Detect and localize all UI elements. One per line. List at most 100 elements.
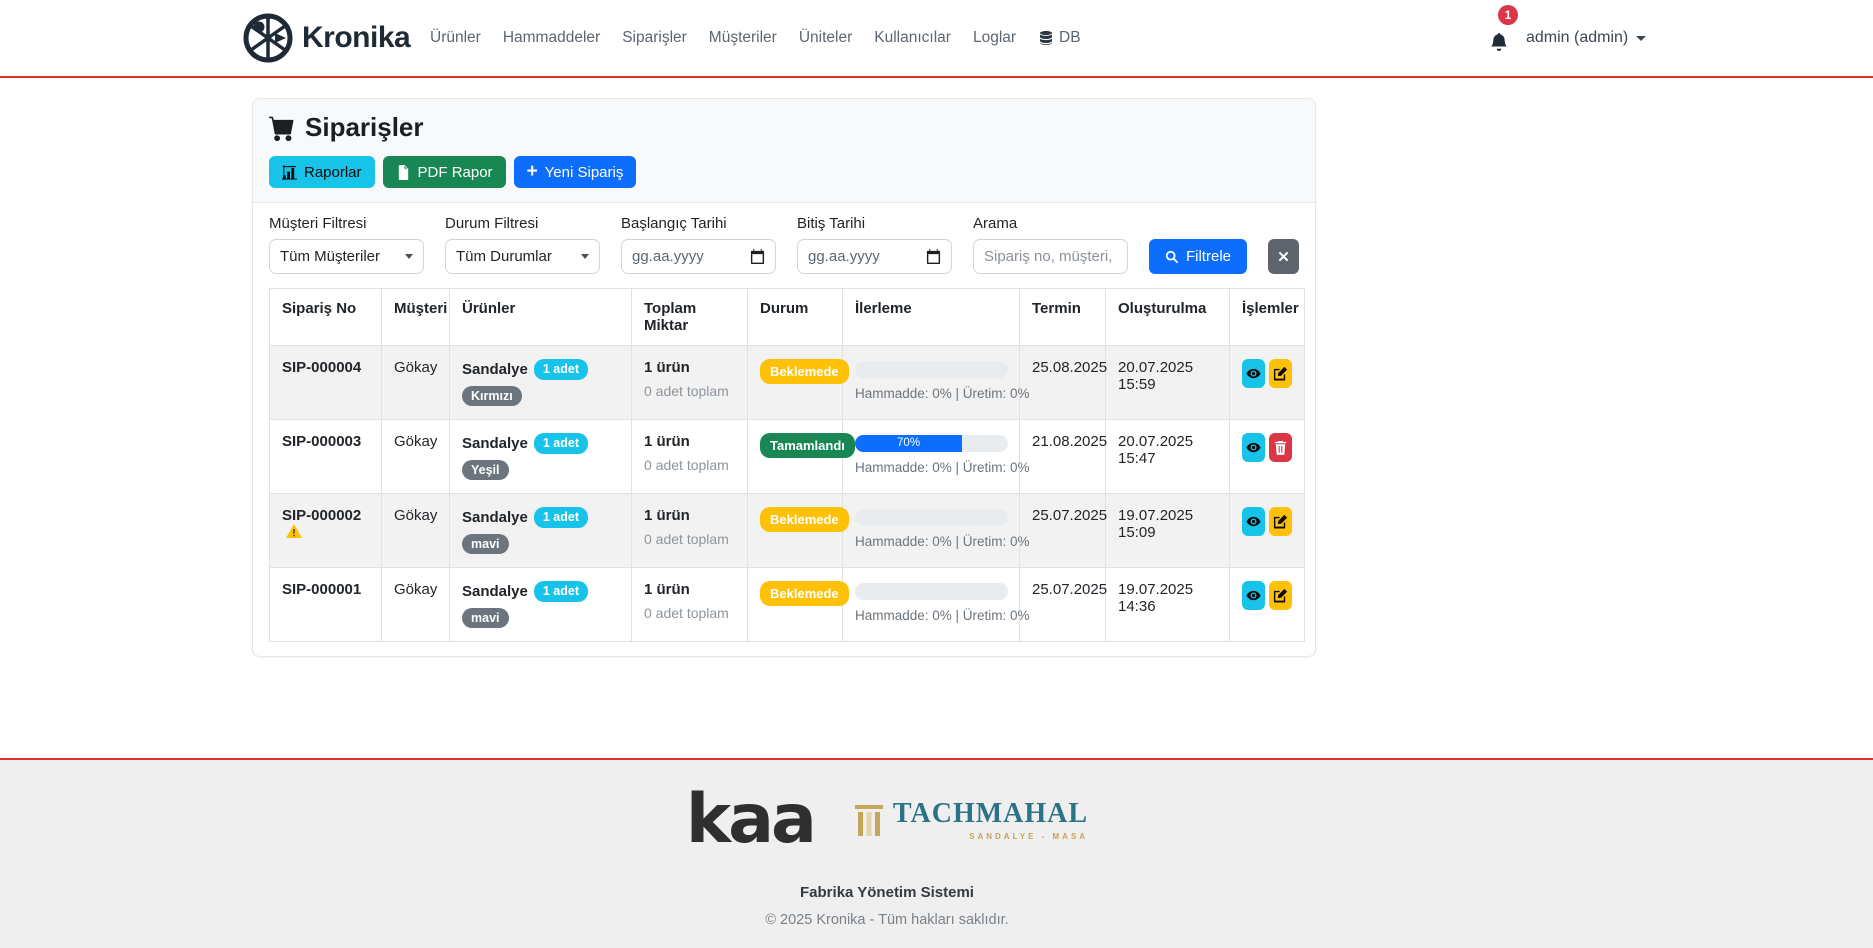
row-actions	[1242, 507, 1292, 536]
edit-button[interactable]	[1269, 507, 1292, 536]
nav-item-hammaddeler[interactable]: Hammaddeler	[503, 29, 600, 47]
search-icon	[1165, 250, 1179, 264]
brand[interactable]: Kronika	[242, 12, 410, 64]
row-actions	[1242, 359, 1292, 388]
nav-item-db-label: DB	[1059, 29, 1081, 47]
progress-bar	[855, 361, 1008, 378]
view-button[interactable]	[1242, 507, 1265, 536]
orders-table: Sipariş No Müşteri Ürünler Toplam Miktar…	[269, 288, 1305, 642]
search-input[interactable]	[984, 248, 1117, 265]
page-footer: kaa TACHMAHAL SANDALYE - MASA Fabrika Yö…	[0, 758, 1873, 948]
edit-button[interactable]	[1269, 359, 1292, 388]
status-filter-select[interactable]: Tüm Durumlar	[445, 239, 600, 274]
nav-item-urunler[interactable]: Ürünler	[430, 29, 481, 47]
quantity-badge: 1 adet	[534, 507, 588, 528]
progress-bar: 70%	[855, 435, 1008, 452]
total-quantity: 0 adet toplam	[644, 605, 735, 621]
edit-button[interactable]	[1269, 581, 1292, 610]
nav-item-loglar[interactable]: Loglar	[973, 29, 1016, 47]
table-row: SIP-000004 Gökay Sandalye 1 adet Kırmızı…	[270, 346, 1305, 420]
customer-name: Gökay	[394, 507, 437, 524]
nav-item-uniteler[interactable]: Üniteler	[799, 29, 852, 47]
calendar-icon[interactable]	[926, 249, 941, 264]
status-filter-label: Durum Filtresi	[445, 215, 600, 232]
order-number: SIP-000004	[282, 359, 361, 376]
view-button[interactable]	[1242, 581, 1265, 610]
col-header-actions: İşlemler	[1230, 289, 1305, 346]
page-title-text: Siparişler	[305, 112, 424, 143]
color-badge: Yeşil	[462, 460, 509, 481]
progress-caption: Hammadde: 0% | Üretim: 0%	[855, 386, 1007, 401]
filter-bar: Müşteri Filtresi Tüm Müşteriler Durum Fi…	[269, 215, 1299, 274]
new-order-button[interactable]: + Yeni Sipariş	[514, 156, 637, 188]
view-button[interactable]	[1242, 433, 1265, 462]
edit-icon	[1273, 514, 1288, 529]
product-name: Sandalye	[462, 583, 528, 600]
status-badge: Beklemede	[760, 507, 849, 532]
eye-icon	[1246, 440, 1261, 455]
user-menu-label: admin (admin)	[1526, 29, 1628, 47]
search-field[interactable]	[973, 239, 1128, 274]
edit-icon	[1273, 588, 1288, 603]
total-products: 1 ürün	[644, 359, 735, 376]
reports-button[interactable]: Raporlar	[269, 156, 375, 188]
chevron-down-icon	[1636, 36, 1646, 41]
clear-filters-button[interactable]: ✕	[1268, 239, 1299, 274]
due-date: 25.08.2025	[1032, 359, 1107, 376]
notification-badge: 1	[1498, 5, 1518, 25]
tachmahal-logo: TACHMAHAL SANDALYE - MASA	[854, 799, 1088, 841]
select-caret-icon	[405, 254, 413, 259]
user-menu[interactable]: admin (admin)	[1526, 29, 1646, 47]
due-date: 21.08.2025	[1032, 433, 1107, 450]
status-filter-value: Tüm Durumlar	[456, 248, 552, 265]
orders-card-body: Müşteri Filtresi Tüm Müşteriler Durum Fi…	[253, 203, 1315, 656]
nav-item-db[interactable]: DB	[1038, 29, 1081, 47]
calendar-icon[interactable]	[750, 249, 765, 264]
col-header-order-no: Sipariş No	[270, 289, 382, 346]
created-date: 20.07.2025 15:47	[1118, 433, 1193, 467]
file-pdf-icon	[396, 165, 411, 180]
start-date-input[interactable]: gg.aa.yyyy	[621, 239, 776, 274]
status-badge: Beklemede	[760, 359, 849, 384]
kaa-logo: kaa	[686, 786, 814, 854]
view-button[interactable]	[1242, 359, 1265, 388]
nav-item-kullanicilar[interactable]: Kullanıcılar	[874, 29, 951, 47]
customer-filter-select[interactable]: Tüm Müşteriler	[269, 239, 424, 274]
due-date: 25.07.2025	[1032, 581, 1107, 598]
notifications-button[interactable]: 1	[1490, 27, 1510, 49]
customer-name: Gökay	[394, 433, 437, 450]
page-title: Siparişler	[269, 112, 1299, 143]
table-row: SIP-000003 Gökay Sandalye 1 adet Yeşil 1…	[270, 420, 1305, 494]
bell-icon	[1490, 33, 1508, 51]
delete-button[interactable]	[1269, 433, 1292, 462]
header-buttons: Raporlar PDF Rapor + Yeni Sipariş	[269, 156, 1299, 188]
customer-filter-value: Tüm Müşteriler	[280, 248, 380, 265]
search-label: Arama	[973, 215, 1128, 232]
warning-icon	[286, 524, 302, 538]
eye-icon	[1246, 514, 1261, 529]
footer-copyright: © 2025 Kronika - Tüm hakları saklıdır.	[0, 912, 1774, 928]
row-actions	[1242, 433, 1292, 462]
total-quantity: 0 adet toplam	[644, 383, 735, 399]
nav-item-siparisler[interactable]: Siparişler	[622, 29, 687, 47]
total-quantity: 0 adet toplam	[644, 457, 735, 473]
nav-item-musteriler[interactable]: Müşteriler	[709, 29, 777, 47]
customer-filter-label: Müşteri Filtresi	[269, 215, 424, 232]
order-number: SIP-000003	[282, 433, 361, 450]
top-navbar: Kronika Ürünler Hammaddeler Siparişler M…	[0, 0, 1873, 78]
eye-icon	[1246, 588, 1261, 603]
reports-button-label: Raporlar	[304, 164, 362, 181]
end-date-placeholder: gg.aa.yyyy	[808, 248, 880, 265]
end-date-input[interactable]: gg.aa.yyyy	[797, 239, 952, 274]
progress-caption: Hammadde: 0% | Üretim: 0%	[855, 534, 1007, 549]
progress-bar	[855, 509, 1008, 526]
quantity-badge: 1 adet	[534, 433, 588, 454]
user-area: 1 admin (admin)	[1490, 0, 1646, 76]
col-header-status: Durum	[748, 289, 843, 346]
main-nav: Ürünler Hammaddeler Siparişler Müşterile…	[430, 0, 1081, 76]
table-row: SIP-000002 Gökay Sandalye 1 adet mavi 1 …	[270, 494, 1305, 568]
product-name: Sandalye	[462, 361, 528, 378]
col-header-customer: Müşteri	[382, 289, 450, 346]
pdf-report-button[interactable]: PDF Rapor	[383, 156, 506, 188]
filter-button[interactable]: Filtrele	[1149, 239, 1247, 274]
